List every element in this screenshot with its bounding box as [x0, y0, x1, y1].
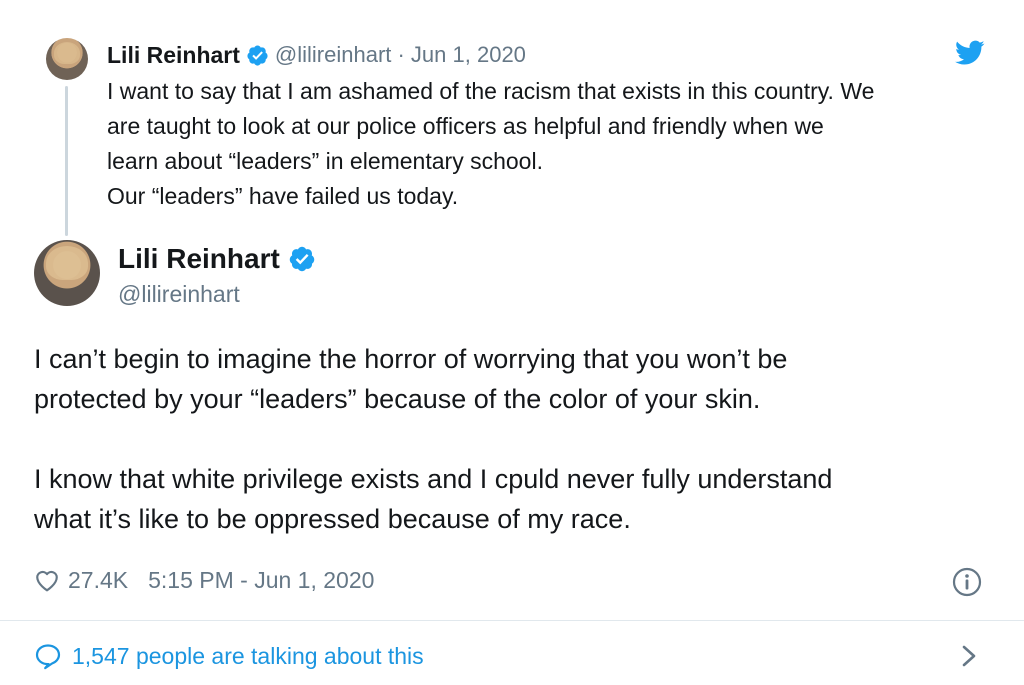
quoted-tweet-text: I want to say that I am ashamed of the r… [107, 74, 997, 214]
tweet-timestamp[interactable]: 5:15 PM - Jun 1, 2020 [148, 567, 374, 594]
verified-badge-icon [289, 246, 315, 272]
tweet-text-line: I can’t begin to imagine the horror of w… [34, 344, 788, 374]
info-icon[interactable] [951, 566, 983, 598]
tweet-text-line: I know that white privilege exists and I… [34, 464, 833, 494]
author-avatar[interactable] [34, 240, 100, 306]
tweet-text-line: what it’s like to be oppressed because o… [34, 504, 631, 534]
speech-bubble-icon [35, 644, 61, 670]
quoted-author-name[interactable]: Lili Reinhart [107, 42, 240, 69]
quoted-tweet-line: are taught to look at our police officer… [107, 113, 824, 139]
tweet-text-line: protected by your “leaders” because of t… [34, 384, 761, 414]
quoted-tweet-line: I want to say that I am ashamed of the r… [107, 78, 875, 104]
twitter-bird-icon[interactable] [955, 40, 985, 66]
conversation-link[interactable]: 1,547 people are talking about this [34, 638, 424, 674]
author-name[interactable]: Lili Reinhart [118, 243, 280, 275]
heart-icon[interactable] [34, 568, 60, 592]
tweet-text: I can’t begin to imagine the horror of w… [34, 339, 994, 539]
thread-connector-line [65, 86, 68, 236]
like-count[interactable]: 27.4K [68, 567, 128, 594]
talking-count-label[interactable]: 1,547 people are talking about this [72, 643, 424, 670]
quoted-tweet-line: Our “leaders” have failed us today. [107, 183, 459, 209]
author-name-row: Lili Reinhart [118, 243, 316, 275]
quoted-tweet-line: learn about “leaders” in elementary scho… [107, 148, 543, 174]
author-handle[interactable]: @lilireinhart [118, 281, 240, 308]
embedded-tweet-card: Lili Reinhart @lilireinhart · Jun 1, 202… [0, 0, 1024, 685]
quoted-tweet-meta[interactable]: @lilireinhart · Jun 1, 2020 [275, 42, 526, 68]
verified-badge-icon [247, 44, 268, 66]
chevron-right-icon[interactable] [958, 643, 980, 669]
quoted-tweet-header: Lili Reinhart @lilireinhart · Jun 1, 202… [107, 40, 526, 70]
quoted-author-avatar[interactable] [46, 38, 88, 80]
footer-divider [0, 620, 1024, 621]
tweet-meta-row: 27.4K 5:15 PM - Jun 1, 2020 [34, 562, 374, 598]
